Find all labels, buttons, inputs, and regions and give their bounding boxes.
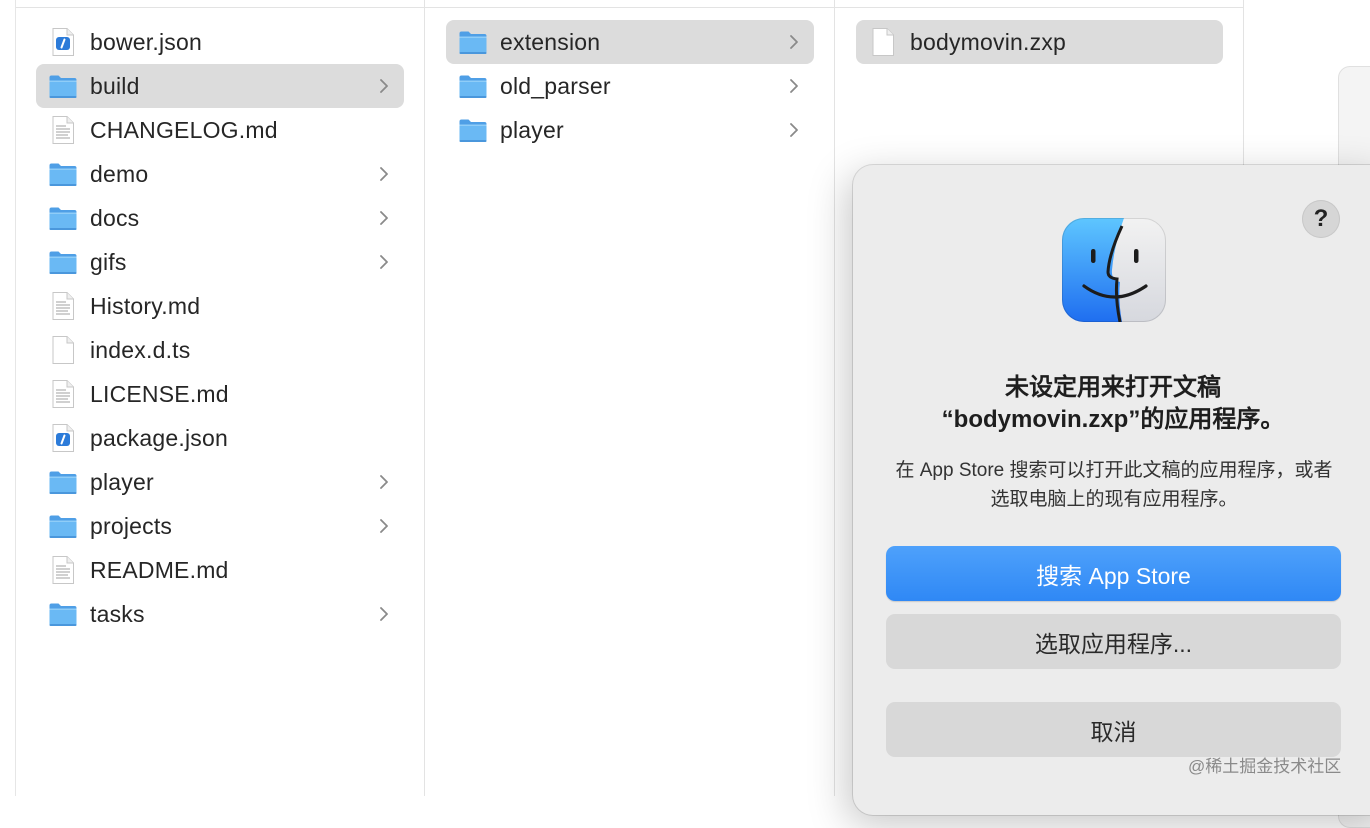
item-name: bower.json bbox=[90, 28, 202, 55]
folder-row[interactable]: demo bbox=[36, 152, 404, 196]
item-name: projects bbox=[90, 512, 173, 539]
item-name: old_parser bbox=[500, 72, 611, 99]
choose-application-button[interactable]: 选取应用程序... bbox=[886, 614, 1341, 669]
dialog-message: 在 App Store 搜索可以打开此文稿的应用程序，或者选取电脑上的现有应用程… bbox=[895, 460, 1333, 510]
folder-icon bbox=[48, 203, 78, 233]
dialog-title-line2: “bodymovin.zxp”的应用程序。 bbox=[941, 406, 1285, 433]
chevron-right-icon bbox=[378, 164, 390, 184]
chevron-right-icon bbox=[378, 252, 390, 272]
chevron-right-icon bbox=[378, 604, 390, 624]
item-name: player bbox=[90, 468, 154, 495]
folder-row[interactable]: docs bbox=[36, 196, 404, 240]
folder-row[interactable]: extension bbox=[446, 20, 814, 64]
item-name: README.md bbox=[90, 556, 229, 583]
chevron-right-icon bbox=[788, 76, 800, 96]
file-list: bodymovin.zxp bbox=[836, 20, 1243, 64]
chevron-right-icon bbox=[378, 208, 390, 228]
file-row[interactable]: bodymovin.zxp bbox=[856, 20, 1223, 64]
document-icon bbox=[48, 335, 78, 365]
cancel-button[interactable]: 取消 bbox=[886, 702, 1341, 757]
item-name: docs bbox=[90, 204, 140, 231]
item-name: package.json bbox=[90, 424, 228, 451]
item-name: demo bbox=[90, 160, 149, 187]
item-name: CHANGELOG.md bbox=[90, 116, 278, 143]
folder-row[interactable]: projects bbox=[36, 504, 404, 548]
chevron-right-icon bbox=[788, 32, 800, 52]
text-document-icon bbox=[48, 291, 78, 321]
file-row[interactable]: History.md bbox=[36, 284, 404, 328]
folder-icon bbox=[48, 71, 78, 101]
folder-icon bbox=[48, 159, 78, 189]
item-name: extension bbox=[500, 28, 601, 55]
chevron-right-icon bbox=[378, 516, 390, 536]
column-root: bower.json build CHANGELOG.md demo docs gifs H… bbox=[16, 0, 425, 796]
folder-row[interactable]: player bbox=[36, 460, 404, 504]
open-with-dialog: ? 未设定用来打开文稿 “bodymovin.zxp”的应用程序。 在 App … bbox=[853, 165, 1370, 815]
item-name: player bbox=[500, 116, 564, 143]
folder-row[interactable]: old_parser bbox=[446, 64, 814, 108]
folder-icon bbox=[458, 115, 488, 145]
folder-icon bbox=[48, 247, 78, 277]
folder-icon bbox=[48, 467, 78, 497]
help-button[interactable]: ? bbox=[1302, 200, 1340, 238]
folder-row[interactable]: tasks bbox=[36, 592, 404, 636]
folder-icon bbox=[458, 71, 488, 101]
chevron-right-icon bbox=[378, 472, 390, 492]
item-name: tasks bbox=[90, 600, 145, 627]
file-row[interactable]: bower.json bbox=[36, 20, 404, 64]
help-label: ? bbox=[1313, 205, 1329, 232]
file-row[interactable]: index.d.ts bbox=[36, 328, 404, 372]
file-row[interactable]: LICENSE.md bbox=[36, 372, 404, 416]
text-document-icon bbox=[48, 555, 78, 585]
file-list: extension old_parserplayer bbox=[426, 20, 834, 152]
text-document-icon bbox=[48, 379, 78, 409]
file-row[interactable]: package.json bbox=[36, 416, 404, 460]
item-name: index.d.ts bbox=[90, 336, 191, 363]
item-name: build bbox=[90, 72, 140, 99]
folder-icon bbox=[48, 599, 78, 629]
folder-icon bbox=[458, 27, 488, 57]
dialog-title: 未设定用来打开文稿 “bodymovin.zxp”的应用程序。 bbox=[853, 372, 1370, 436]
json-document-icon bbox=[48, 423, 78, 453]
folder-row[interactable]: player bbox=[446, 108, 814, 152]
folder-row[interactable]: build bbox=[36, 64, 404, 108]
chevron-right-icon bbox=[378, 76, 390, 96]
dialog-title-line1: 未设定用来打开文稿 bbox=[1005, 374, 1221, 401]
item-name: gifs bbox=[90, 248, 127, 275]
json-document-icon bbox=[48, 27, 78, 57]
finder-icon bbox=[1062, 218, 1166, 322]
item-name: History.md bbox=[90, 292, 201, 319]
search-app-store-button[interactable]: 搜索 App Store bbox=[886, 546, 1341, 601]
chevron-right-icon bbox=[788, 120, 800, 140]
document-icon bbox=[868, 27, 898, 57]
file-list: bower.json build CHANGELOG.md demo docs gifs H… bbox=[16, 20, 424, 636]
folder-icon bbox=[48, 511, 78, 541]
file-row[interactable]: README.md bbox=[36, 548, 404, 592]
column-build: extension old_parserplayer bbox=[426, 0, 835, 796]
watermark: @稀土掘金技术社区 bbox=[1188, 757, 1342, 776]
item-name: LICENSE.md bbox=[90, 380, 229, 407]
item-name: bodymovin.zxp bbox=[910, 28, 1067, 55]
file-row[interactable]: CHANGELOG.md bbox=[36, 108, 404, 152]
folder-row[interactable]: gifs bbox=[36, 240, 404, 284]
text-document-icon bbox=[48, 115, 78, 145]
